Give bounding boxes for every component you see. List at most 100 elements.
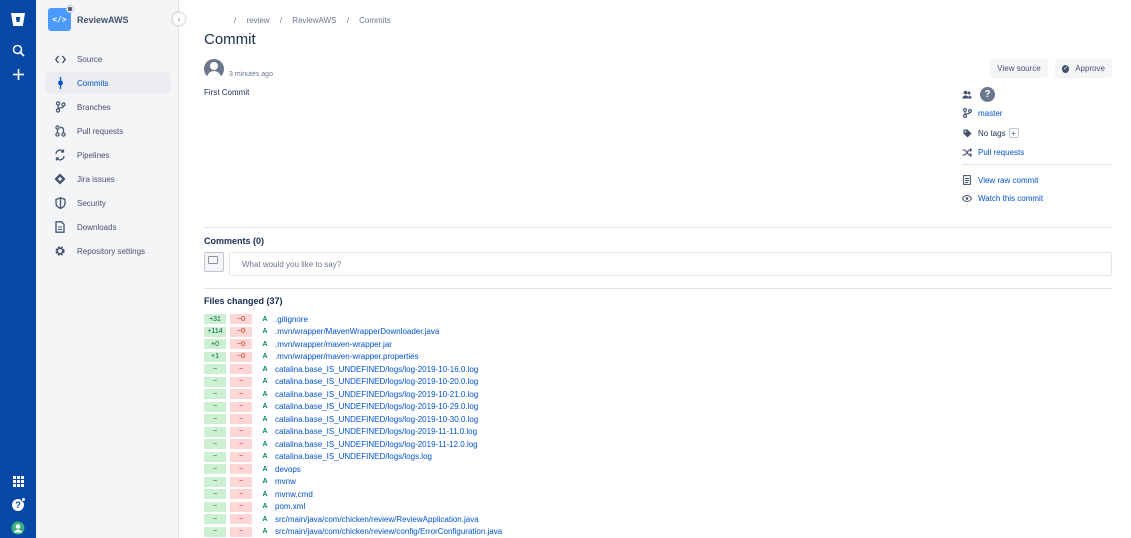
- file-path-link[interactable]: .gitignore: [275, 315, 308, 324]
- sidebar-item-jira-issues[interactable]: Jira issues: [46, 168, 170, 190]
- sidebar-item-label: Pull requests: [77, 126, 124, 136]
- lines-removed-badge: −: [230, 526, 252, 537]
- file-status-badge: A: [262, 353, 268, 360]
- file-row: − − Apom.xml: [204, 501, 1112, 513]
- sidebar-item-label: Source: [77, 54, 103, 64]
- lines-added-badge: −: [204, 514, 226, 524]
- bitbucket-logo-icon[interactable]: [0, 10, 36, 28]
- tags-row: No tags +: [962, 127, 1112, 139]
- file-status-badge: A: [262, 415, 268, 423]
- author-avatar[interactable]: [204, 59, 224, 79]
- file-row: − − Asrc/main/java/com/chicken/review/Revi…: [204, 513, 1112, 525]
- file-status-badge: A: [262, 328, 268, 335]
- approve-button[interactable]: ✓ Approve: [1055, 59, 1112, 78]
- file-row: − − Acatalina.base_IS_UNDEFINED/logs/log-2…: [204, 438, 1112, 450]
- sidebar-item-branches[interactable]: Branches: [46, 96, 170, 118]
- sidebar-item-label: Branches: [77, 102, 111, 112]
- lines-added-badge: −: [204, 439, 226, 449]
- lines-added-badge: +0: [204, 339, 226, 349]
- lines-added-badge: −: [204, 376, 226, 387]
- file-row: − − Acatalina.base_IS_UNDEFINED/logs/log-2…: [204, 426, 1112, 438]
- file-status-badge: A: [262, 515, 268, 523]
- view-raw-commit-link[interactable]: View raw commit: [978, 176, 1038, 185]
- people-icon: [962, 90, 972, 99]
- add-tag-button[interactable]: +: [1008, 128, 1019, 138]
- file-status-badge: A: [262, 390, 268, 398]
- shield-icon: [54, 197, 66, 209]
- file-path-link[interactable]: catalina.base_IS_UNDEFINED/logs/log-2019…: [275, 440, 478, 449]
- repo-header[interactable]: </> ReviewAWS: [48, 5, 129, 31]
- lines-removed-badge: −: [230, 451, 252, 462]
- comment-placeholder: What would you like to say?: [242, 259, 342, 269]
- comment-input[interactable]: What would you like to say?: [229, 252, 1112, 276]
- file-status-badge: A: [262, 428, 268, 435]
- file-path-link[interactable]: src/main/java/com/chicken/review/ReviewA…: [275, 515, 479, 524]
- file-path-link[interactable]: catalina.base_IS_UNDEFINED/logs/logs.log: [275, 452, 432, 461]
- help-icon[interactable]: ?: [0, 496, 36, 512]
- file-path-link[interactable]: catalina.base_IS_UNDEFINED/logs/log-2019…: [275, 415, 478, 424]
- file-path-link[interactable]: devops: [275, 465, 301, 474]
- breadcrumb-separator: /: [234, 16, 237, 25]
- collapse-sidebar-button[interactable]: ‹: [172, 12, 186, 26]
- file-path-link[interactable]: catalina.base_IS_UNDEFINED/logs/log-2019…: [275, 402, 478, 411]
- create-plus-icon[interactable]: [0, 66, 36, 82]
- file-path-link[interactable]: catalina.base_IS_UNDEFINED/logs/log-2019…: [275, 365, 478, 374]
- watch-commit-link[interactable]: Watch this commit: [978, 194, 1043, 203]
- file-status-badge: A: [262, 340, 268, 348]
- pull-requests-link[interactable]: Pull requests: [978, 148, 1024, 157]
- lines-removed-badge: −: [230, 426, 252, 437]
- profile-avatar-icon[interactable]: [0, 520, 36, 536]
- branch-link[interactable]: master: [978, 109, 1002, 118]
- file-path-link[interactable]: catalina.base_IS_UNDEFINED/logs/log-2019…: [275, 390, 478, 399]
- file-path-link[interactable]: mvnw: [275, 477, 296, 486]
- file-row: − − Acatalina.base_IS_UNDEFINED/logs/log-2…: [204, 376, 1112, 388]
- sidebar-item-label: Pipelines: [77, 150, 110, 160]
- file-path-link[interactable]: .mvn/wrapper/maven-wrapper.jar: [275, 340, 392, 349]
- lines-added-badge: −: [204, 451, 226, 462]
- file-path-link[interactable]: src/main/java/com/chicken/review/config/…: [275, 527, 502, 536]
- files-changed-title: Files changed (37): [204, 296, 283, 306]
- app-switcher-icon[interactable]: [0, 474, 36, 488]
- sidebar-item-downloads[interactable]: Downloads: [46, 216, 170, 238]
- file-path-link[interactable]: mvnw.cmd: [275, 490, 313, 499]
- lines-removed-badge: −0: [230, 326, 252, 337]
- file-path-link[interactable]: .mvn/wrapper/MavenWrapperDownloader.java: [275, 327, 439, 336]
- sidebar-item-label: Repository settings: [77, 246, 146, 256]
- breadcrumb-item-workspace[interactable]: review: [246, 16, 269, 25]
- sidebar-item-source[interactable]: Source: [46, 48, 170, 70]
- sidebar-item-repository-settings[interactable]: Repository settings: [46, 240, 170, 262]
- commit-time: 3 minutes ago: [229, 71, 273, 78]
- sidebar-item-label: Downloads: [77, 222, 117, 232]
- sidebar-item-security[interactable]: Security: [46, 192, 170, 214]
- search-icon[interactable]: [0, 42, 36, 58]
- breadcrumb: / review / ReviewAWS / Commits: [234, 16, 399, 25]
- file-status-badge: A: [262, 440, 268, 448]
- sidebar-item-commits[interactable]: Commits: [46, 72, 170, 94]
- main-content: / review / ReviewAWS / Commits Commit 3 …: [204, 0, 1112, 538]
- lines-added-badge: −: [204, 364, 226, 374]
- svg-text:?: ?: [15, 500, 21, 510]
- unknown-reviewer-icon[interactable]: ?: [980, 86, 995, 102]
- view-source-button[interactable]: View source: [990, 59, 1048, 78]
- file-path-link[interactable]: .mvn/wrapper/maven-wrapper.properties: [275, 352, 419, 361]
- lines-removed-badge: −: [230, 514, 252, 524]
- jira-icon: [54, 173, 66, 185]
- file-path-link[interactable]: catalina.base_IS_UNDEFINED/logs/log-2019…: [275, 427, 477, 436]
- lines-added-badge: −: [204, 464, 226, 474]
- lines-added-badge: −: [204, 476, 226, 487]
- commit-message: First Commit: [204, 88, 250, 97]
- watch-row: Watch this commit: [962, 192, 1112, 204]
- sidebar-item-pull-requests[interactable]: Pull requests: [46, 120, 170, 142]
- file-path-link[interactable]: catalina.base_IS_UNDEFINED/logs/log-2019…: [275, 377, 478, 386]
- file-status-badge: A: [262, 528, 268, 535]
- breadcrumb-item-commits[interactable]: Commits: [359, 16, 391, 25]
- shuffle-icon: [962, 147, 972, 157]
- lines-removed-badge: −: [230, 464, 252, 474]
- eye-icon: [962, 194, 972, 202]
- file-path-link[interactable]: pom.xml: [275, 502, 305, 511]
- breadcrumb-separator: /: [346, 16, 349, 25]
- sidebar-item-pipelines[interactable]: Pipelines: [46, 144, 170, 166]
- approve-label: Approve: [1075, 64, 1105, 73]
- file-status-badge: A: [262, 403, 268, 410]
- breadcrumb-item-repo[interactable]: ReviewAWS: [292, 16, 336, 25]
